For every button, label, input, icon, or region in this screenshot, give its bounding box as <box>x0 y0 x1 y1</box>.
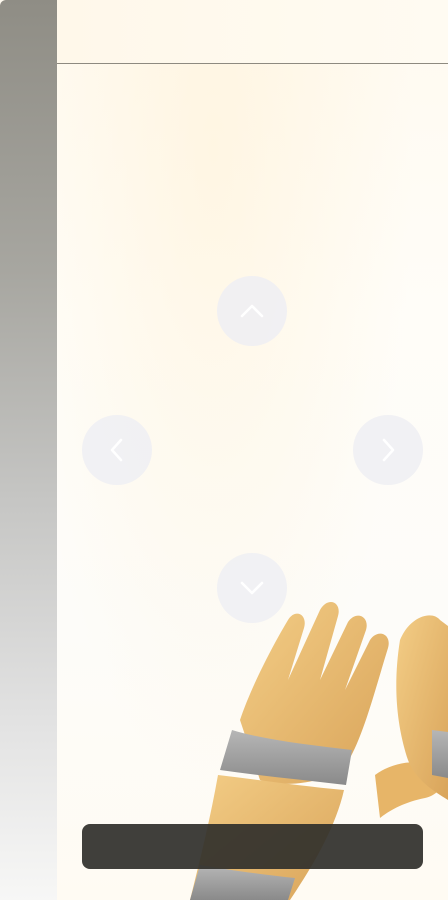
down-button[interactable] <box>217 553 287 623</box>
app-window <box>0 0 448 900</box>
caption-bar <box>82 824 423 869</box>
right-button[interactable] <box>353 415 423 485</box>
top-bar <box>57 0 448 64</box>
left-button[interactable] <box>82 415 152 485</box>
chevron-up-icon <box>240 304 264 318</box>
sidebar <box>0 0 57 900</box>
right-wrist-tape <box>432 730 448 778</box>
up-button[interactable] <box>217 276 287 346</box>
chevron-down-icon <box>240 581 264 595</box>
chevron-left-icon <box>110 438 123 462</box>
chevron-right-icon <box>382 438 395 462</box>
